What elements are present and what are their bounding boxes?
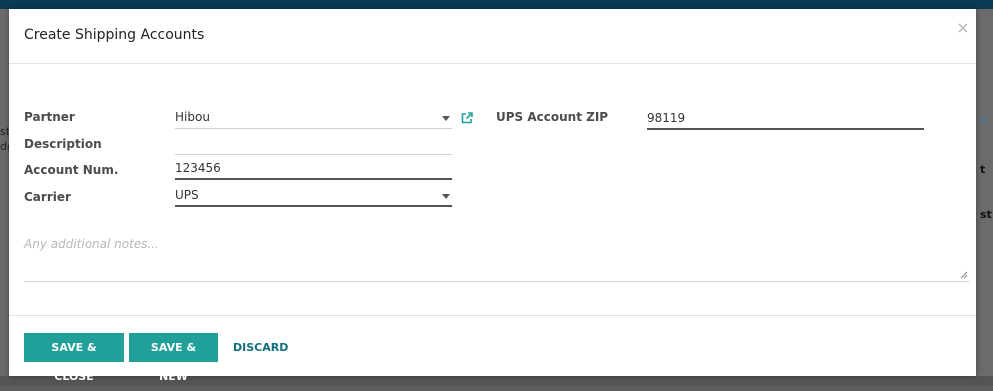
save-close-button[interactable]: SAVE & CLOSE (24, 333, 124, 383)
discard-button[interactable]: DISCARD (223, 333, 293, 362)
description-label: Description (24, 137, 102, 151)
dialog-footer: SAVE & CLOSE SAVE & NEW DISCARD (9, 315, 976, 383)
account-num-label: Account Num. (24, 163, 119, 177)
resize-handle-icon[interactable] (960, 271, 968, 279)
account-num-field[interactable]: 123456 (175, 160, 452, 180)
external-link-icon[interactable] (460, 111, 474, 125)
partner-label: Partner (24, 110, 75, 124)
partner-value: Hibou (175, 110, 210, 124)
partner-field[interactable]: Hibou (175, 109, 452, 129)
description-field[interactable] (175, 135, 452, 155)
carrier-value: UPS (175, 188, 199, 202)
carrier-label: Carrier (24, 190, 71, 204)
close-icon[interactable]: × (956, 20, 970, 36)
dialog-title: Create Shipping Accounts (24, 27, 205, 43)
ups-zip-value: 98119 (647, 111, 686, 125)
background-left-panel: st dg (0, 9, 14, 386)
create-shipping-accounts-dialog: Create Shipping Accounts × Partner Hibou… (9, 9, 976, 383)
background-bottom (0, 376, 993, 386)
background-text-fragment: t (980, 163, 986, 176)
account-num-value: 123456 (175, 161, 221, 175)
chevron-down-icon[interactable] (442, 116, 450, 121)
notes-textarea[interactable]: Any additional notes... (24, 232, 969, 282)
background-right-panel: e t st (976, 9, 993, 386)
chevron-down-icon[interactable] (442, 194, 450, 199)
ups-zip-field[interactable]: 98119 (647, 110, 924, 130)
background-text-fragment: st (980, 208, 992, 221)
dialog-header: Create Shipping Accounts × (9, 9, 976, 64)
ups-zip-label: UPS Account ZIP (496, 110, 609, 124)
carrier-select[interactable]: UPS (175, 187, 452, 207)
background-topbar (0, 0, 993, 9)
notes-placeholder: Any additional notes... (24, 237, 159, 251)
save-new-button[interactable]: SAVE & NEW (129, 333, 218, 383)
background-text-fragment: e (980, 113, 987, 126)
